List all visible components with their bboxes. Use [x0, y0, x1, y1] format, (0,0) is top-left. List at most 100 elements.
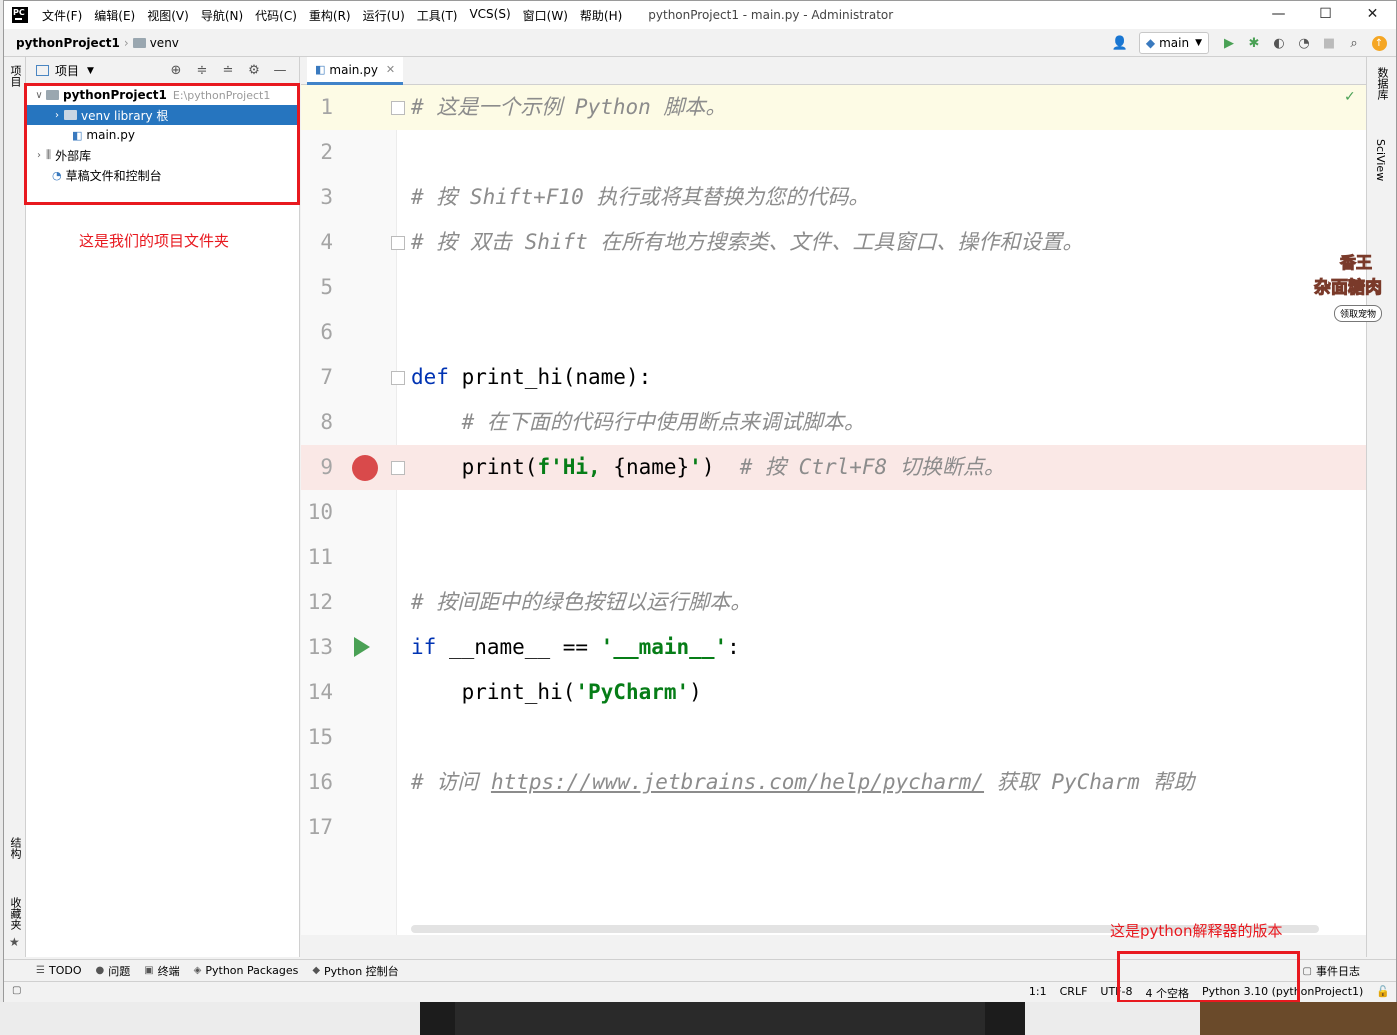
code-text: if __name__ == '__main__': [411, 625, 740, 670]
layout-icon[interactable]: ▢ [12, 985, 21, 996]
terminal-tool-button[interactable]: ▣ 终端 [144, 963, 179, 979]
sciview-tool-tab[interactable]: SciView [1374, 139, 1387, 181]
code-line[interactable]: 13 if __name__ == '__main__': [301, 625, 1367, 670]
string-main: '__main__' [600, 635, 728, 659]
user-icon[interactable]: 👤 [1109, 32, 1131, 54]
locate-icon[interactable]: ⊕ [163, 63, 189, 78]
todo-label: TODO [48, 964, 82, 977]
breakpoint-icon[interactable] [352, 455, 378, 481]
fstring-start: f'Hi, [537, 455, 614, 479]
hide-icon[interactable]: — [267, 63, 293, 78]
profile-icon[interactable]: ◔ [1293, 32, 1315, 54]
menu-file[interactable]: 文件(F) [42, 7, 82, 24]
navigation-bar: pythonProject1 › venv 👤 ◆ main ▼ ▶ ✱ ◐ ◔… [4, 29, 1396, 57]
code-line[interactable]: 16 # 访问 https://www.jetbrains.com/help/p… [301, 760, 1367, 805]
info-icon: ● [95, 965, 105, 976]
menu-edit[interactable]: 编辑(E) [94, 7, 135, 24]
code-line[interactable]: 2 [301, 130, 1367, 175]
folder-icon [132, 37, 146, 48]
call: print_hi( [411, 680, 576, 704]
tab-label: main.py [329, 62, 378, 77]
code-line[interactable]: 6 [301, 310, 1367, 355]
tab-main-py[interactable]: ◧ main.py ✕ [307, 57, 404, 85]
favorites-tool-tab[interactable]: 收藏夹 [7, 897, 23, 930]
menu-code[interactable]: 代码(C) [255, 7, 297, 24]
code-editor[interactable]: 1 # 这是一个示例 Python 脚本。 2 3 # 按 Shift+F10 … [301, 85, 1367, 935]
code-line[interactable]: 17 [301, 805, 1367, 850]
chevron-down-icon[interactable]: ▼ [87, 66, 94, 76]
line-number: 8 [320, 410, 333, 434]
project-view-icon [36, 65, 49, 76]
update-icon[interactable]: ↑ [1368, 32, 1390, 54]
menu-navigate[interactable]: 导航(N) [201, 7, 243, 24]
desktop-pet[interactable]: 香王 杂面糖肉 领取宠物 [1312, 249, 1397, 329]
help-link[interactable]: https://www.jetbrains.com/help/pycharm/ [491, 770, 984, 794]
fold-icon[interactable] [391, 461, 405, 475]
lock-icon[interactable]: 🔓 [1376, 985, 1390, 1001]
search-icon[interactable]: ⌕ [1343, 32, 1365, 54]
run-gutter-icon[interactable] [354, 637, 370, 657]
inline-comment: # 按 Ctrl+F8 切换断点。 [739, 455, 1005, 479]
menu-run[interactable]: 运行(U) [363, 7, 405, 24]
menu-refactor[interactable]: 重构(R) [309, 7, 351, 24]
code-line[interactable]: 15 [301, 715, 1367, 760]
code-line[interactable]: 3 # 按 Shift+F10 执行或将其替换为您的代码。 [301, 175, 1367, 220]
breadcrumb-project[interactable]: pythonProject1 [16, 36, 120, 50]
code-line[interactable]: 5 [301, 265, 1367, 310]
code-line[interactable]: 1 # 这是一个示例 Python 脚本。 [301, 85, 1367, 130]
line-number: 14 [307, 680, 333, 704]
claim-pet-button[interactable]: 领取宠物 [1334, 305, 1383, 322]
breadcrumb-folder-label: venv [149, 35, 179, 50]
packages-icon: ◈ [193, 965, 202, 976]
line-number: 5 [320, 275, 333, 299]
coverage-icon[interactable]: ◐ [1268, 32, 1290, 54]
structure-tool-tab[interactable]: 结构 [7, 837, 23, 859]
inspection-ok-icon[interactable]: ✓ [1344, 89, 1356, 105]
run-config-selector[interactable]: ◆ main ▼ [1138, 32, 1209, 54]
main-menu: 文件(F) 编辑(E) 视图(V) 导航(N) 代码(C) 重构(R) 运行(U… [42, 7, 634, 24]
code-line[interactable]: 4 # 按 双击 Shift 在所有地方搜索类、文件、工具窗口、操作和设置。 [301, 220, 1367, 265]
code-line[interactable]: 7 def print_hi(name): [301, 355, 1367, 400]
database-tool-tab[interactable]: 数据库 [1374, 67, 1390, 100]
fold-icon[interactable] [391, 236, 405, 250]
todo-tool-button[interactable]: ☰ TODO [36, 964, 81, 977]
python-console-tool-button[interactable]: ◆ Python 控制台 [312, 963, 398, 979]
toolbar-right: 👤 ◆ main ▼ ▶ ✱ ◐ ◔ ■ ⌕ ↑ [1106, 32, 1390, 54]
expand-all-icon[interactable]: ≑ [189, 63, 215, 78]
stop-icon[interactable]: ■ [1318, 32, 1340, 54]
code-line[interactable]: 10 [301, 490, 1367, 535]
caret-position[interactable]: 1:1 [1029, 985, 1047, 1001]
problems-tool-button[interactable]: ● 问题 [95, 963, 130, 979]
menu-vcs[interactable]: VCS(S) [469, 7, 510, 24]
gear-icon[interactable]: ⚙ [241, 63, 267, 78]
print-call: print( [411, 455, 538, 479]
call-close: ) [689, 680, 702, 704]
close-icon[interactable]: ✕ [386, 63, 395, 76]
breadcrumb-folder[interactable]: venv [132, 35, 179, 50]
close-button[interactable]: ✕ [1349, 1, 1396, 29]
code-line[interactable]: 11 [301, 535, 1367, 580]
event-log-button[interactable]: ▢ 事件日志 [1303, 963, 1360, 979]
event-log-label: 事件日志 [1316, 965, 1360, 978]
debug-icon[interactable]: ✱ [1243, 32, 1265, 54]
code-line[interactable]: 14 print_hi('PyCharm') [301, 670, 1367, 715]
project-view-selector[interactable]: 项目 [55, 62, 79, 79]
collapse-all-icon[interactable]: ≐ [215, 63, 241, 78]
project-tool-tab[interactable]: 项目 [7, 65, 23, 87]
menu-tools[interactable]: 工具(T) [417, 7, 458, 24]
python-packages-tool-button[interactable]: ◈ Python Packages [194, 964, 299, 977]
line-number: 11 [307, 545, 333, 569]
menu-help[interactable]: 帮助(H) [580, 7, 622, 24]
maximize-button[interactable]: ☐ [1302, 1, 1349, 29]
code-line-breakpoint[interactable]: 9 print(f'Hi, {name}') # 按 Ctrl+F8 切换断点。 [301, 445, 1367, 490]
minimize-button[interactable]: — [1255, 1, 1302, 29]
menu-window[interactable]: 窗口(W) [523, 7, 568, 24]
fold-icon[interactable] [391, 101, 405, 115]
code-line[interactable]: 8 # 在下面的代码行中使用断点来调试脚本。 [301, 400, 1367, 445]
colon: : [727, 635, 740, 659]
run-icon[interactable]: ▶ [1218, 32, 1240, 54]
code-line[interactable]: 12 # 按间距中的绿色按钮以运行脚本。 [301, 580, 1367, 625]
menu-view[interactable]: 视图(V) [147, 7, 189, 24]
line-separator[interactable]: CRLF [1060, 985, 1088, 1001]
fold-icon[interactable] [391, 371, 405, 385]
